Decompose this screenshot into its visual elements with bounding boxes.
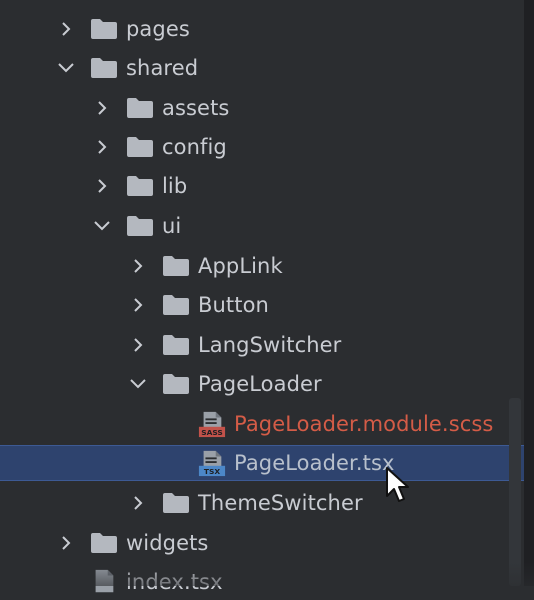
folder-icon	[163, 256, 189, 276]
tree-item-button[interactable]: Button	[0, 287, 524, 323]
tree-item-label: ui	[162, 214, 182, 238]
project-tree: pages shared assets config lib ui AppLin…	[0, 0, 534, 594]
tree-item-label: PageLoader	[198, 372, 322, 396]
tree-item-label: assets	[162, 96, 230, 120]
folder-icon	[127, 216, 153, 236]
folder-icon	[163, 295, 189, 315]
chevron-right-icon[interactable]	[56, 19, 76, 39]
tree-item-pageloader-module-scss[interactable]: SASS PageLoader.module.scss	[0, 406, 524, 442]
folder-icon	[91, 58, 117, 78]
svg-text:TSX: TSX	[204, 467, 220, 476]
chevron-down-icon[interactable]	[56, 58, 76, 78]
folder-icon	[127, 98, 153, 118]
chevron-down-icon[interactable]	[128, 374, 148, 394]
tree-item-label: AppLink	[198, 254, 283, 278]
tree-item-pageloader-tsx[interactable]: TSX PageLoader.tsx	[0, 445, 524, 481]
tree-item-langswitcher[interactable]: LangSwitcher	[0, 327, 524, 363]
tree-item-label: LangSwitcher	[198, 333, 342, 357]
vertical-scrollbar[interactable]	[509, 398, 521, 586]
tsx-file-icon: TSX	[198, 450, 226, 476]
panel-divider	[524, 0, 534, 586]
svg-text:SASS: SASS	[201, 428, 223, 437]
folder-icon	[91, 533, 117, 553]
tree-item-label: ThemeSwitcher	[198, 491, 363, 515]
chevron-right-icon[interactable]	[92, 137, 112, 157]
chevron-right-icon[interactable]	[92, 98, 112, 118]
tree-item-pages[interactable]: pages	[0, 11, 524, 47]
mouse-pointer-icon	[386, 467, 409, 502]
file-icon	[95, 569, 114, 593]
tree-item-applink[interactable]: AppLink	[0, 248, 524, 284]
tree-item-pageloader[interactable]: PageLoader	[0, 366, 524, 402]
tree-item-widgets[interactable]: widgets	[0, 525, 524, 561]
folder-icon	[163, 335, 189, 355]
chevron-right-icon[interactable]	[128, 335, 148, 355]
tree-item-label: Button	[198, 293, 269, 317]
tree-item-label: PageLoader.module.scss	[234, 412, 494, 436]
tree-item-assets[interactable]: assets	[0, 90, 524, 126]
chevron-right-icon[interactable]	[92, 176, 112, 196]
tree-item-label: PageLoader.tsx	[234, 451, 395, 475]
sass-file-icon: SASS	[198, 411, 226, 437]
tree-item-label: config	[162, 135, 227, 159]
chevron-down-icon[interactable]	[92, 216, 112, 236]
folder-icon	[91, 19, 117, 39]
tree-item-shared[interactable]: shared	[0, 50, 524, 86]
tree-item-label: shared	[126, 56, 199, 80]
tree-item-themeswitcher[interactable]: ThemeSwitcher	[0, 485, 524, 521]
folder-icon	[163, 493, 189, 513]
tree-item-lib[interactable]: lib	[0, 168, 524, 204]
chevron-right-icon[interactable]	[128, 493, 148, 513]
chevron-right-icon[interactable]	[128, 256, 148, 276]
chevron-right-icon[interactable]	[56, 533, 76, 553]
tree-item-index-tsx[interactable]: index.tsx	[0, 564, 524, 600]
tree-item-ui[interactable]: ui	[0, 208, 524, 244]
tree-item-label: widgets	[126, 531, 209, 555]
tree-item-config[interactable]: config	[0, 129, 524, 165]
tree-item-label: index.tsx	[126, 570, 223, 594]
folder-icon	[163, 374, 189, 394]
folder-icon	[127, 137, 153, 157]
chevron-right-icon[interactable]	[128, 295, 148, 315]
tree-item-label: lib	[162, 174, 188, 198]
folder-icon	[127, 176, 153, 196]
tree-item-label: pages	[126, 17, 190, 41]
